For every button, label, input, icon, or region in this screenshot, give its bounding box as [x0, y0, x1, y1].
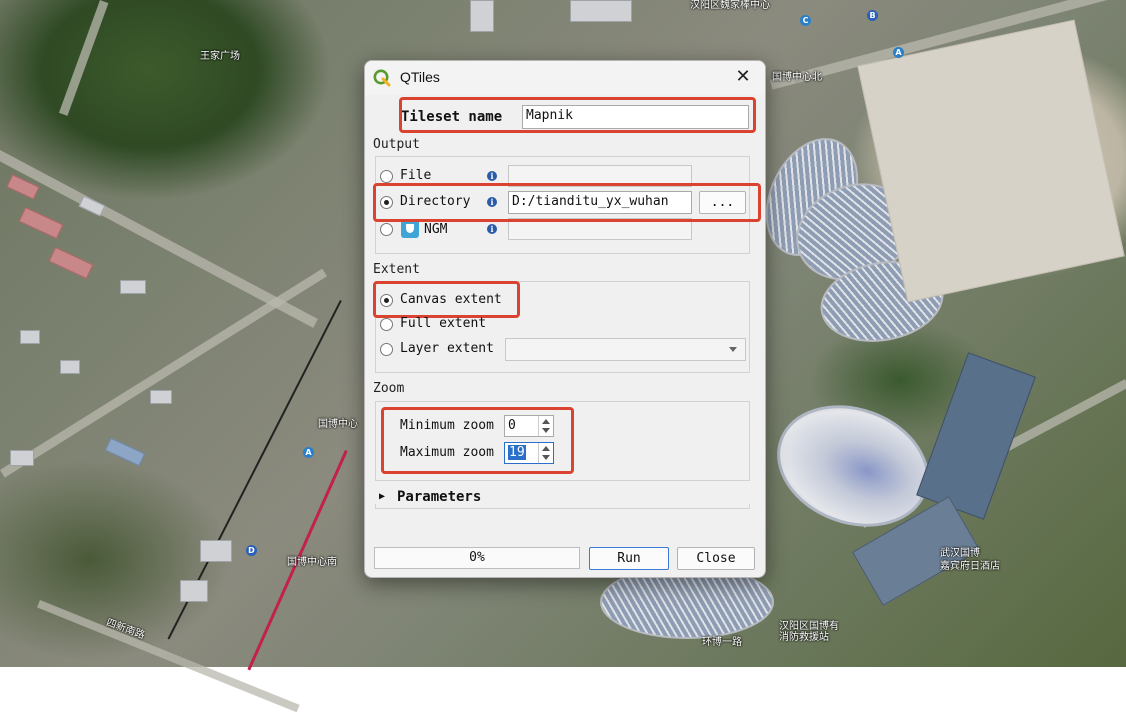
- map-building: [104, 437, 146, 467]
- map-building: [10, 450, 34, 466]
- map-road: [0, 268, 328, 478]
- browse-directory-button[interactable]: ...: [699, 191, 746, 214]
- map-label: 国博中心北: [772, 72, 822, 83]
- map-road: [58, 0, 109, 116]
- map-label: 国博中心: [318, 419, 358, 430]
- map-building: [470, 0, 494, 32]
- metro-station-marker[interactable]: D: [246, 545, 257, 556]
- minimum-zoom-label: Minimum zoom: [400, 418, 494, 433]
- map-building: [200, 540, 232, 562]
- map-building: [120, 280, 146, 294]
- file-label: File: [400, 168, 432, 183]
- metro-station-marker[interactable]: A: [893, 47, 904, 58]
- map-label: 嘉宾府日酒店: [940, 561, 1000, 572]
- output-section-label: Output: [373, 137, 420, 152]
- run-button[interactable]: Run: [589, 547, 669, 570]
- minimum-zoom-value: 0: [508, 418, 516, 433]
- info-icon[interactable]: i: [487, 171, 497, 181]
- maximum-zoom-label: Maximum zoom: [400, 445, 494, 460]
- minimum-zoom-spinbox[interactable]: 0: [504, 415, 554, 437]
- chevron-down-icon[interactable]: [542, 428, 550, 433]
- title-bar[interactable]: QTiles ✕: [365, 61, 765, 95]
- map-building: [150, 390, 172, 404]
- directory-radio[interactable]: [380, 196, 393, 209]
- spin-buttons[interactable]: [538, 416, 553, 436]
- directory-label: Directory: [400, 194, 471, 209]
- canvas-extent-label: Canvas extent: [400, 292, 502, 307]
- ngm-logo-icon: [401, 220, 419, 238]
- close-button[interactable]: Close: [677, 547, 755, 570]
- ngm-radio[interactable]: [380, 223, 393, 236]
- chevron-up-icon[interactable]: [542, 446, 550, 451]
- map-building: [20, 330, 40, 344]
- close-icon[interactable]: ✕: [733, 67, 753, 87]
- ngm-path-input[interactable]: [508, 218, 692, 240]
- layer-extent-radio[interactable]: [380, 343, 393, 356]
- full-extent-label: Full extent: [400, 316, 487, 331]
- maximum-zoom-spinbox[interactable]: 19: [504, 442, 554, 464]
- map-label: 消防救援站: [779, 632, 829, 643]
- file-path-input[interactable]: [508, 165, 692, 187]
- map-label: 环博一路: [702, 637, 742, 648]
- full-extent-radio[interactable]: [380, 318, 393, 331]
- metro-station-marker[interactable]: C: [800, 15, 811, 26]
- chevron-down-icon: [729, 347, 737, 352]
- file-radio[interactable]: [380, 170, 393, 183]
- layer-extent-select[interactable]: [505, 338, 746, 361]
- window-title: QTiles: [400, 69, 440, 85]
- ngm-label: NGM: [424, 222, 448, 237]
- progress-bar: 0%: [374, 547, 580, 569]
- map-building: [180, 580, 208, 602]
- parameters-group: [375, 504, 750, 509]
- zoom-group: [375, 401, 750, 481]
- canvas-extent-radio[interactable]: [380, 294, 393, 307]
- chevron-down-icon[interactable]: [542, 455, 550, 460]
- map-building: [18, 206, 64, 240]
- metro-station-marker[interactable]: A: [303, 447, 314, 458]
- progress-text: 0%: [469, 550, 485, 565]
- map-building: [78, 195, 106, 217]
- tileset-name-input[interactable]: Mapnik: [522, 105, 749, 129]
- parameters-toggle[interactable]: Parameters: [397, 489, 481, 505]
- qgis-logo-icon: [373, 69, 391, 87]
- qtiles-dialog: QTiles ✕ Tileset name Mapnik Output File…: [364, 60, 766, 578]
- extent-section-label: Extent: [373, 262, 420, 277]
- metro-station-marker[interactable]: B: [867, 10, 878, 21]
- tileset-name-label: Tileset name: [401, 109, 503, 125]
- map-label: 国博中心南: [287, 557, 337, 568]
- map-building: [60, 360, 80, 374]
- chevron-up-icon[interactable]: [542, 419, 550, 424]
- zoom-section-label: Zoom: [373, 381, 405, 396]
- map-building: [48, 246, 94, 280]
- map-building: [570, 0, 632, 22]
- info-icon[interactable]: i: [487, 224, 497, 234]
- map-label: 汉阳区魏家棒中心: [690, 0, 770, 11]
- map-building: [857, 19, 1125, 303]
- maximum-zoom-value: 19: [508, 445, 526, 460]
- map-road: [37, 600, 300, 712]
- parameters-expander-icon[interactable]: ▶: [379, 491, 385, 502]
- spin-buttons[interactable]: [538, 443, 553, 463]
- directory-path-input[interactable]: D:/tianditu_yx_wuhan: [508, 191, 692, 214]
- info-icon[interactable]: i: [487, 197, 497, 207]
- map-label: 王家广场: [200, 51, 240, 62]
- layer-extent-label: Layer extent: [400, 341, 494, 356]
